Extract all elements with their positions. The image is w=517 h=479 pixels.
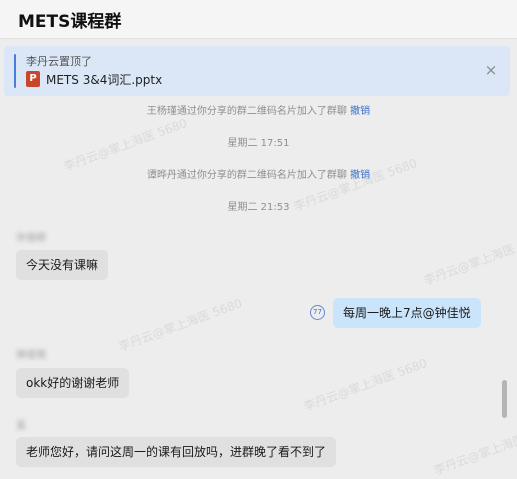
message-bubble-own[interactable]: 每周一晚上7点@钟佳悦 [333, 298, 481, 328]
chat-header: METS课程群 [0, 0, 517, 39]
watermark: 李丹云@掌上海医 5680 [421, 230, 517, 288]
system-notice: 谭晔丹通过你分享的群二维码名片加入了群聊 撤销 [0, 166, 517, 181]
watermark: 李丹云@掌上海医 5680 [301, 356, 429, 414]
pinned-file-name[interactable]: METS 3&4词汇.pptx [46, 71, 162, 88]
chat-title: METS课程群 [18, 12, 122, 32]
pin-accent-bar [14, 54, 16, 88]
close-icon[interactable]: × [482, 61, 500, 79]
undo-link[interactable]: 撤销 [350, 106, 370, 117]
join-notice-text: 谭晔丹通过你分享的群二维码名片加入了群聊 [146, 170, 347, 181]
watermark: 李丹云@掌上海医 5680 [431, 420, 517, 478]
pinned-by-label: 李丹云置顶了 [26, 55, 92, 68]
sender-name[interactable]: 吴 [16, 417, 26, 432]
read-count-indicator[interactable]: 77 [310, 305, 325, 320]
system-notice: 王杨瑾通过你分享的群二维码名片加入了群聊 撤销 [0, 102, 517, 117]
sender-name[interactable]: 钟佳悦 [16, 346, 46, 361]
message-bubble[interactable]: 老师您好，请问这周一的课有回放吗，进群晚了看不到了 [16, 437, 337, 467]
timestamp: 星期二 21:53 [227, 202, 290, 213]
undo-link[interactable]: 撤销 [350, 170, 370, 181]
pinned-message-banner[interactable]: 李丹云置顶了 P METS 3&4词汇.pptx × [4, 46, 510, 96]
message-bubble[interactable]: okk好的谢谢老师 [16, 368, 130, 398]
watermark: 李丹云@掌上海医 5680 [116, 296, 244, 354]
powerpoint-file-icon: P [26, 71, 40, 87]
scrollbar-thumb[interactable] [502, 380, 507, 418]
timestamp: 星期二 17:51 [227, 138, 290, 149]
sender-name[interactable]: 许佳妍 [16, 229, 46, 244]
join-notice-text: 王杨瑾通过你分享的群二维码名片加入了群聊 [146, 106, 347, 117]
message-bubble[interactable]: 今天没有课嘛 [16, 250, 109, 280]
